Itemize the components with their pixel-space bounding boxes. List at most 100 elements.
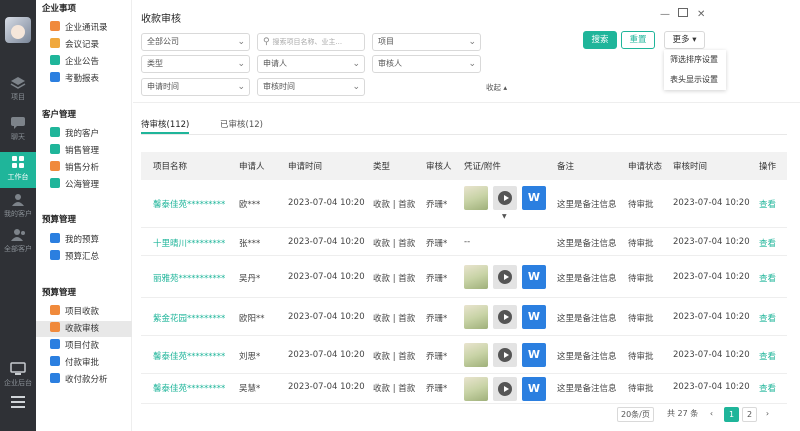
rail-item-project[interactable]: 项目: [0, 72, 36, 108]
menu-item-sales[interactable]: 销售管理: [50, 143, 130, 159]
company-select[interactable]: 全部公司 ⌄: [141, 33, 250, 51]
project-name-link[interactable]: 十里晴川*********: [153, 237, 225, 249]
menu-label: 考勤报表: [65, 74, 100, 84]
image-thumbnail[interactable]: [464, 377, 488, 401]
filter-sort-settings-item[interactable]: 筛选排序设置: [664, 50, 726, 70]
more-button[interactable]: 更多 ▾: [664, 31, 705, 49]
tab-reviewed[interactable]: 已审核(12): [220, 118, 263, 130]
menu-item-receipt-review[interactable]: 收款审核: [36, 321, 132, 337]
image-thumbnail[interactable]: [464, 186, 488, 210]
close-icon[interactable]: ✕: [697, 9, 705, 20]
menu-item-project-payments[interactable]: 项目付款: [50, 338, 130, 354]
video-thumbnail-play-icon[interactable]: [493, 377, 517, 401]
col-status: 申请状态: [628, 162, 663, 172]
menu-label: 企业公告: [65, 57, 100, 67]
apply-time-cell: 2023-07-04 10:20: [288, 350, 365, 360]
menu-item-meetings[interactable]: 会议记录: [50, 37, 130, 53]
type-cell: 收款 | 首款: [373, 274, 416, 284]
menu-item-my-budget[interactable]: 我的预算: [50, 232, 130, 248]
audit-time-cell: 2023-07-04 10:20: [673, 198, 750, 208]
search-input[interactable]: ⚲ 搜索项目名称、业主...: [257, 33, 365, 51]
project-name-link[interactable]: 丽雅苑***********: [153, 272, 225, 284]
applicant-cell: 欧***: [239, 200, 261, 210]
image-thumbnail[interactable]: [464, 343, 488, 367]
word-file-icon[interactable]: W: [522, 265, 546, 289]
menu-item-cashflow-analysis[interactable]: 收付款分析: [50, 372, 130, 388]
customer-icon: [50, 127, 60, 137]
view-link[interactable]: 查看: [759, 382, 776, 394]
apply-time-cell: 2023-07-04 10:20: [288, 237, 365, 247]
auditor-select[interactable]: 审核人 ⌄: [372, 55, 481, 73]
expand-caret-icon[interactable]: ▼: [502, 213, 507, 220]
hamburger-menu-icon[interactable]: [11, 396, 25, 408]
view-link[interactable]: 查看: [759, 198, 776, 210]
menu-item-project-receipts[interactable]: 项目收款: [50, 304, 130, 320]
rail-item-all-customers[interactable]: 全部客户: [0, 224, 36, 260]
rail-item-admin[interactable]: 企业后台: [0, 358, 36, 394]
video-thumbnail-play-icon[interactable]: [493, 265, 517, 289]
menu-item-sales-analysis[interactable]: 销售分析: [50, 160, 130, 176]
collapse-toggle[interactable]: 收起 ▴: [486, 82, 507, 93]
view-link[interactable]: 查看: [759, 312, 776, 324]
applicant-select[interactable]: 申请人 ⌄: [257, 55, 365, 73]
project-name-link[interactable]: 馨泰佳苑*********: [153, 350, 225, 362]
menu-item-my-customers[interactable]: 我的客户: [50, 126, 130, 142]
select-value: 全部公司: [147, 37, 179, 46]
minimize-icon[interactable]: —: [660, 9, 670, 20]
rail-label: 企业后台: [4, 379, 32, 387]
type-cell: 收款 | 首款: [373, 200, 416, 210]
menu-label: 付款审批: [65, 358, 100, 368]
word-file-icon[interactable]: W: [522, 377, 546, 401]
header-display-settings-item[interactable]: 表头显示设置: [664, 70, 726, 90]
project-name-link[interactable]: 紫金花园*********: [153, 312, 225, 324]
menu-item-budget-summary[interactable]: 预算汇总: [50, 249, 130, 265]
word-file-icon[interactable]: W: [522, 186, 546, 210]
search-placeholder: 搜索项目名称、业主...: [272, 38, 343, 46]
rail-item-my-customers[interactable]: 我的客户: [0, 189, 36, 225]
workbench-submenu: 企业事项 企业通讯录 会议记录 企业公告 考勤报表 客户管理 我的客户 销售管理…: [36, 0, 132, 431]
view-link[interactable]: 查看: [759, 350, 776, 362]
prev-page-icon[interactable]: ‹: [704, 407, 719, 422]
reset-button[interactable]: 重置: [621, 31, 655, 49]
word-file-icon[interactable]: W: [522, 343, 546, 367]
avatar[interactable]: [5, 17, 31, 43]
page-title: 收款审核: [141, 14, 181, 25]
type-select[interactable]: 类型 ⌄: [141, 55, 250, 73]
page-1-button[interactable]: 1: [724, 407, 739, 422]
page-size-select[interactable]: 20条/页: [617, 407, 654, 422]
project-name-link[interactable]: 馨泰佳苑*********: [153, 382, 225, 394]
tab-pending[interactable]: 待审核(112): [141, 118, 190, 134]
image-thumbnail[interactable]: [464, 265, 488, 289]
view-link[interactable]: 查看: [759, 237, 776, 249]
auditor-cell: 乔珊*: [426, 274, 448, 284]
search-button[interactable]: 搜索: [583, 31, 617, 49]
image-thumbnail[interactable]: [464, 305, 488, 329]
menu-item-announcements[interactable]: 企业公告: [50, 54, 130, 70]
project-name-link[interactable]: 馨泰佳苑*********: [153, 198, 225, 210]
video-thumbnail-play-icon[interactable]: [493, 305, 517, 329]
maximize-icon[interactable]: [678, 8, 688, 17]
page-2-button[interactable]: 2: [742, 407, 757, 422]
audit-time-select[interactable]: 审核时间 ⌄: [257, 78, 365, 96]
video-thumbnail-play-icon[interactable]: [493, 343, 517, 367]
chevron-down-icon: ⌄: [468, 37, 476, 47]
menu-item-attendance[interactable]: 考勤报表: [50, 71, 130, 87]
chevron-down-icon: ⌄: [468, 59, 476, 69]
next-page-icon[interactable]: ›: [760, 407, 775, 422]
rail-item-chat[interactable]: 聊天: [0, 112, 36, 148]
apply-time-select[interactable]: 申请时间 ⌄: [141, 78, 250, 96]
project-select[interactable]: 项目 ⌄: [372, 33, 481, 51]
status-cell: 待审批: [628, 352, 654, 362]
menu-item-public-pool[interactable]: 公海管理: [50, 177, 130, 193]
word-file-icon[interactable]: W: [522, 305, 546, 329]
rail-label: 项目: [11, 93, 25, 101]
menu-item-payment-approval[interactable]: 付款审批: [50, 355, 130, 371]
collapse-label: 收起: [486, 83, 501, 92]
menu-item-contacts[interactable]: 企业通讯录: [50, 20, 130, 36]
rail-item-workbench[interactable]: 工作台: [0, 152, 36, 188]
users-icon: [12, 194, 24, 206]
video-thumbnail-play-icon[interactable]: [493, 186, 517, 210]
menu-label: 我的预算: [65, 235, 100, 245]
section-title: 客户管理: [42, 110, 77, 120]
view-link[interactable]: 查看: [759, 272, 776, 284]
